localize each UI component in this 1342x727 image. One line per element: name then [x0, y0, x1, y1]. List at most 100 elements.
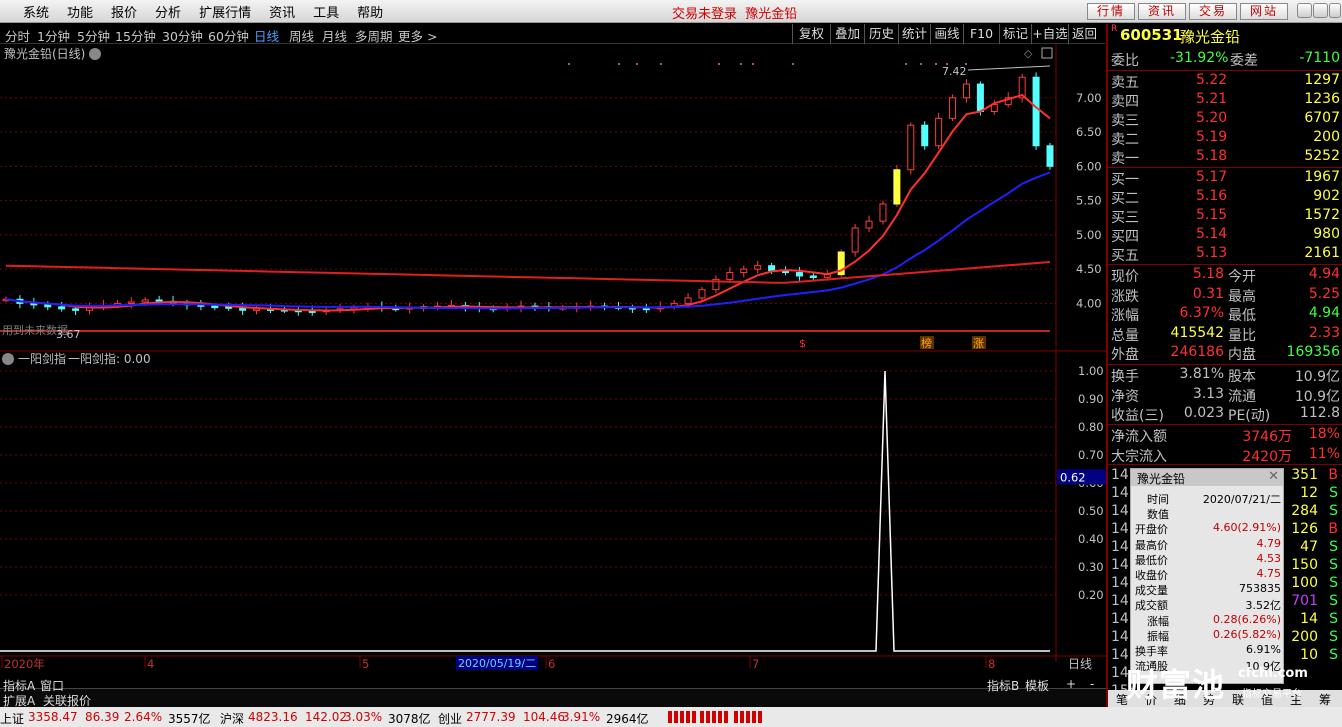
period-tab[interactable]: 60分钟 — [208, 26, 249, 45]
date-label: 4 — [147, 657, 154, 671]
buy-row[interactable]: 买五 5.13 2161 — [1108, 245, 1342, 264]
sell-label: 卖三 — [1111, 113, 1139, 129]
sell-row[interactable]: 卖四 5.21 1236 — [1108, 91, 1342, 110]
index-amount: 2964亿 — [606, 712, 649, 726]
toolbar-button[interactable]: 历史 — [864, 24, 898, 44]
period-tab[interactable]: 更多 > — [398, 26, 437, 45]
popup-row: 振幅 0.26(5.82%) — [1131, 628, 1285, 643]
buy-row[interactable]: 买四 5.14 980 — [1108, 226, 1342, 245]
indicator-tick: 0.80 — [1078, 420, 1104, 434]
popup-row: 数值 — [1131, 506, 1285, 521]
candle-body — [211, 305, 219, 309]
buy-price: 5.14 — [1196, 226, 1228, 242]
tick-side: S — [1329, 539, 1338, 555]
index-name: 沪深 — [220, 712, 245, 726]
menu-item[interactable]: 帮助 — [348, 2, 392, 21]
toolbar-button[interactable]: 返回 — [1068, 24, 1100, 44]
sell-volume: 1236 — [1304, 91, 1340, 107]
signal-marker: 榜 — [921, 336, 932, 350]
toolbar-button[interactable]: 统计 — [898, 24, 930, 44]
indicator-tick: 0.20 — [1078, 588, 1104, 602]
minimize-icon[interactable] — [1297, 3, 1312, 18]
news-button[interactable]: 资讯 — [1138, 3, 1186, 20]
indicator-tick: 0.70 — [1078, 448, 1104, 462]
period-tab[interactable]: 30分钟 — [162, 26, 203, 45]
login-status: 交易未登录 豫光金铅 — [672, 3, 797, 22]
toolbar-button[interactable]: +自选 — [1031, 24, 1068, 44]
trade-button[interactable]: 交易 — [1189, 3, 1237, 20]
zoom-in-button[interactable]: + — [1066, 677, 1076, 691]
signal-dot — [792, 63, 794, 65]
date-cursor: 2020/05/19/二 — [458, 657, 536, 670]
price-tick: 6.00 — [1076, 159, 1102, 173]
menu-item[interactable]: 工具 — [304, 2, 348, 21]
signal-dot — [718, 63, 720, 65]
diamond-icon[interactable]: ◇ — [1024, 47, 1033, 60]
indicator-dropdown-icon[interactable] — [2, 353, 14, 365]
kline-chart[interactable]: 7.006.506.005.505.004.504.00豫光金铅(日线)用到未来… — [0, 44, 1106, 684]
stock-code: 600531 — [1120, 26, 1183, 44]
title-dropdown-icon[interactable] — [89, 48, 101, 60]
stat-value: 4.94 — [1308, 305, 1340, 321]
period-tab[interactable]: 15分钟 — [115, 26, 156, 45]
title-stock: 豫光金铅 — [745, 7, 798, 22]
signal-dot — [920, 63, 922, 65]
sell-row[interactable]: 卖二 5.19 200 — [1108, 129, 1342, 148]
menu-item[interactable]: 扩展行情 — [190, 2, 260, 21]
info-label: 换手 — [1111, 369, 1139, 385]
popup-row: 涨幅 0.28(6.26%) — [1131, 613, 1285, 628]
period-tab[interactable]: 分时 — [5, 26, 30, 45]
sell-price: 5.20 — [1196, 110, 1228, 126]
menu-item[interactable]: 资讯 — [260, 2, 304, 21]
candle-body — [698, 289, 706, 299]
signal-dot — [636, 63, 638, 65]
maximize-icon[interactable] — [1313, 3, 1328, 18]
period-tab[interactable]: 日线 — [254, 26, 279, 45]
buy-row[interactable]: 买三 5.15 1572 — [1108, 207, 1342, 226]
popup-row: 时间 2020/07/21/二 — [1131, 491, 1285, 506]
close-icon[interactable] — [1329, 3, 1341, 18]
toolbar-button[interactable]: 标记 — [999, 24, 1031, 44]
toolbar-button[interactable]: 复权 — [792, 24, 830, 44]
info-value: 112.8 — [1299, 405, 1340, 421]
toolbar-button[interactable]: 叠加 — [830, 24, 864, 44]
index-value: 4823.16 — [248, 710, 298, 724]
tick-volume: 14 — [1300, 611, 1318, 627]
menu-item[interactable]: 系统 — [14, 2, 58, 21]
period-tab[interactable]: 5分钟 — [77, 26, 110, 45]
buy-row[interactable]: 买一 5.17 1967 — [1108, 169, 1342, 188]
indicator-tick: 0.30 — [1078, 560, 1104, 574]
sell-row[interactable]: 卖一 5.18 5252 — [1108, 148, 1342, 167]
website-button[interactable]: 网站 — [1240, 3, 1288, 20]
tick-side: S — [1329, 503, 1338, 519]
popup-close-icon[interactable]: ✕ — [1268, 469, 1279, 484]
stat-label: 最高 — [1228, 288, 1256, 305]
toolbar-button[interactable]: 画线 — [930, 24, 963, 44]
sell-label: 卖二 — [1111, 132, 1139, 148]
signal-dot — [568, 63, 570, 65]
buy-row[interactable]: 买二 5.16 902 — [1108, 188, 1342, 207]
toolbar-button[interactable]: F10 — [963, 24, 999, 44]
stat-row: 总量 415542 量比 2.33 — [1108, 325, 1342, 344]
menu-item[interactable]: 功能 — [58, 2, 102, 21]
menu-item[interactable]: 分析 — [146, 2, 190, 21]
buy-price: 5.16 — [1196, 188, 1228, 204]
zoom-out-button[interactable]: - — [1090, 677, 1094, 691]
indicator-cursor-value: 0.62 — [1060, 470, 1086, 484]
sell-row[interactable]: 卖五 5.22 1297 — [1108, 72, 1342, 91]
menu-item[interactable]: 报价 — [102, 2, 146, 21]
period-bar: 分时 1分钟 5分钟 15分钟 30分钟 60分钟 日线 周线 月线 多周期 更多 > 复权 叠加 历史统… — [0, 24, 1105, 44]
sell-row[interactable]: 卖三 5.20 6707 — [1108, 110, 1342, 129]
tab-indicator-b[interactable]: 指标B — [987, 677, 1019, 694]
period-tab[interactable]: 多周期 — [355, 26, 393, 45]
tab-template[interactable]: 模板 — [1025, 677, 1049, 694]
weibi-label: 委比 — [1111, 53, 1139, 69]
tick-volume: 47 — [1300, 539, 1318, 555]
quote-button[interactable]: 行情 — [1087, 3, 1135, 20]
period-tab[interactable]: 月线 — [322, 26, 347, 45]
indicator-tick: 0.50 — [1078, 504, 1104, 518]
signal-dot — [905, 63, 907, 65]
menu-bar: 系统 功能 报价 分析 扩展行情 资讯 工具 帮助 交易未登录 豫光金铅 行情 资讯 交易 网… — [0, 0, 1342, 23]
period-tab[interactable]: 周线 — [289, 26, 314, 45]
period-tab[interactable]: 1分钟 — [37, 26, 70, 45]
